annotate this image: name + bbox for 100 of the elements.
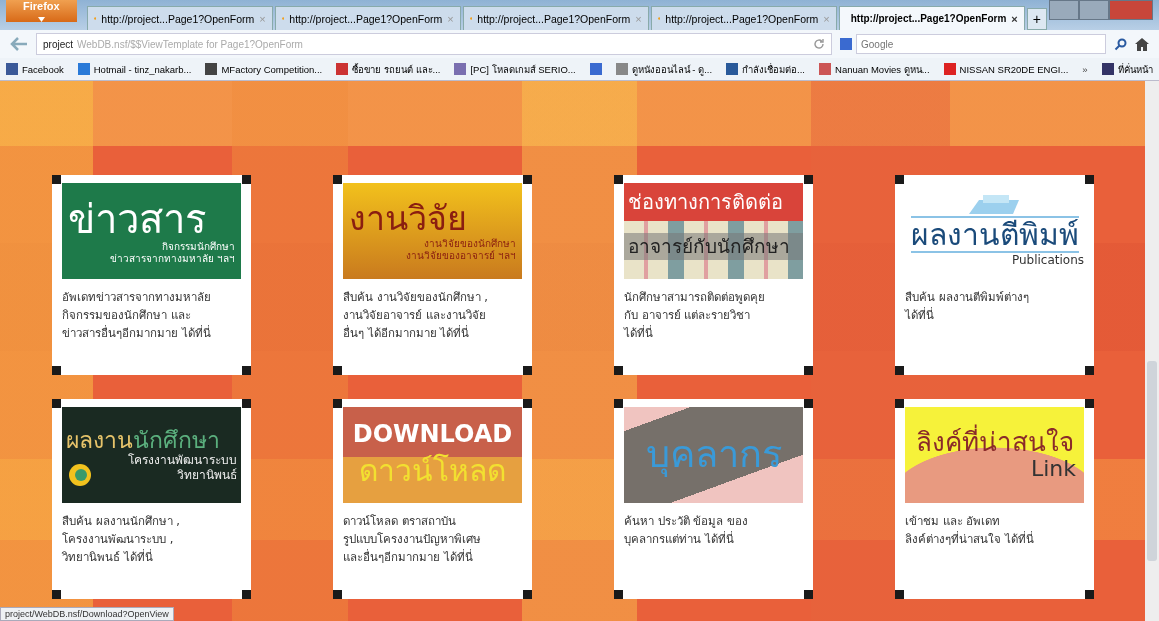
- corner-marker: [242, 175, 251, 184]
- bookmark-link[interactable]: NISSAN SR20DE ENGI...: [943, 63, 1069, 75]
- search-field[interactable]: Google: [856, 34, 1106, 54]
- bookmark-link[interactable]: ดูหนังออนไลน์ - ดู...: [615, 61, 713, 77]
- banner-subtitle: Publications: [1011, 253, 1084, 268]
- caret-icon: [37, 17, 45, 22]
- tab-title: http://project...Page1?OpenForm: [850, 13, 1007, 24]
- tab-title: http://project...Page1?OpenForm: [477, 12, 631, 25]
- bookmarks-menu-button[interactable]: ที่คั่นหน้า: [1101, 61, 1153, 77]
- banner-subtitle: โครงงานพัฒนาระบบ: [128, 453, 237, 468]
- bookmark-link[interactable]: [PC] โหลดเกมส์ SERIO...: [454, 61, 576, 77]
- banner-subtitle: Link: [1029, 456, 1077, 483]
- back-icon[interactable]: [10, 37, 28, 51]
- card-description: ค้นหา ประวัติ ข้อมูล ของ บุคลากรแต่ท่าน ได้ที่นี่: [624, 513, 749, 548]
- menu-card[interactable]: ผลงานนักศึกษา โครงงานพัฒนาระบบ วิทยานิพนธ์ สืบค้น ผลงานนักศึกษา , โครงงานพัฒนาระบบ , วิทยานิพนธ์ ได้ที่นี่: [52, 399, 251, 599]
- corner-marker: [523, 366, 532, 375]
- corner-marker: [52, 590, 61, 599]
- browser-tab[interactable]: http://project...Page1?OpenForm ×: [274, 6, 461, 30]
- corner-marker: [333, 366, 342, 375]
- reload-icon[interactable]: [813, 38, 825, 50]
- banner-subtitle: งานวิจัยของนักศึกษา: [423, 237, 516, 250]
- corner-marker: [895, 175, 904, 184]
- corner-marker: [242, 366, 251, 375]
- bookmark-link[interactable]: Nanuan Movies ดูหน...: [819, 61, 930, 77]
- corner-marker: [614, 366, 623, 375]
- corner-marker: [523, 590, 532, 599]
- card-description: นักศึกษาสามารถติดต่อพูดคุย กับ อาจารย์ แต่ละรายวิชา ได้ที่นี่: [624, 289, 766, 342]
- banner-title: ผลงานตีพิมพ์: [910, 216, 1079, 254]
- browser-tab[interactable]: http://project...Page1?OpenForm ×: [838, 6, 1025, 30]
- maximize-icon[interactable]: [1079, 0, 1109, 20]
- menu-card[interactable]: งานวิจัย งานวิจัยของนักศึกษา งานวิจัยของอาจารย์ ฯลฯ สืบค้น งานวิจัยของนักศึกษา , งานวิจัยอาจารย์ และงานวิจัย อื่นๆ ได้อีกมากมาย ได้ที่นี่: [333, 175, 532, 375]
- banner-subtitle: ข่าวสารจากทางมหาลัย ฯลฯ: [108, 253, 235, 265]
- banner-subtitle: วิทยานิพนธ์: [177, 467, 237, 483]
- menu-card[interactable]: ผลงานตีพิมพ์ Publications สืบค้น ผลงานตีพิมพ์ต่างๆ ได้ที่นี่: [895, 175, 1094, 375]
- menu-card[interactable]: ช่องทางการติดต่อ อาจารย์กับนักศึกษา นักศึกษาสามารถติดต่อพูดคุย กับ อาจารย์ แต่ละรายวิชา ได้ที่นี่: [614, 175, 813, 375]
- corner-marker: [804, 399, 813, 408]
- menu-card[interactable]: ลิงค์ที่น่าสนใจ Link เข้าชม และ อัพเดท ลิงค์ต่างๆที่น่าสนใจ ได้ที่นี่: [895, 399, 1094, 599]
- search-icon[interactable]: [1114, 37, 1127, 51]
- banner-title: งานวิจัย: [349, 200, 467, 238]
- corner-marker: [614, 175, 623, 184]
- corner-marker: [895, 366, 904, 375]
- card-description: สืบค้น งานวิจัยของนักศึกษา , งานวิจัยอาจารย์ และงานวิจัย อื่นๆ ได้อีกมากมาย ได้ที่นี่: [343, 289, 489, 342]
- corner-marker: [804, 590, 813, 599]
- corner-marker: [242, 399, 251, 408]
- menu-card[interactable]: ข่าวสาร กิจกรรมนักศึกษา ข่าวสารจากทางมหาลัย ฯลฯ อัพเดทข่าวสารจากทางมหาลัย กิจกรรมของนักศึกษา และ ข่าวสารอื่นๆอีกมากมาย ได้ที่นี่: [52, 175, 251, 375]
- corner-marker: [242, 590, 251, 599]
- corner-marker: [614, 399, 623, 408]
- corner-marker: [333, 399, 342, 408]
- corner-marker: [1085, 366, 1094, 375]
- corner-marker: [333, 175, 342, 184]
- address-bar[interactable]: project WebDB.nsf/$$ViewTemplate for Page1?OpenForm: [36, 33, 832, 55]
- corner-marker: [52, 366, 61, 375]
- banner-title: ผลงานนักศึกษา: [66, 427, 221, 453]
- more-bookmarks-button[interactable]: »: [1082, 63, 1088, 75]
- corner-marker: [52, 399, 61, 408]
- corner-marker: [1085, 590, 1094, 599]
- corner-marker: [895, 590, 904, 599]
- bookmark-link[interactable]: Hotmail - tinz_nakarb...: [77, 63, 192, 75]
- corner-marker: [614, 590, 623, 599]
- corner-marker: [1085, 399, 1094, 408]
- tab-title: http://project...Page1?OpenForm: [289, 12, 443, 25]
- banner-title: ข่าวสาร: [68, 197, 206, 241]
- banner-title: บุคลากร: [644, 434, 783, 476]
- corner-marker: [804, 175, 813, 184]
- tab-close-button[interactable]: ×: [1011, 12, 1018, 25]
- browser-tab[interactable]: http://project...Page1?OpenForm ×: [86, 6, 273, 30]
- tab-title: http://project...Page1?OpenForm: [101, 12, 255, 25]
- corner-marker: [1085, 175, 1094, 184]
- menu-card[interactable]: DOWNLOAD ดาวน์โหลด ดาวน์โหลด ตราสถาบัน รูปแบบโครงงานปัญหาพิเศษ และอื่นๆอีกมากมาย ได้ที่นี่: [333, 399, 532, 599]
- card-description: เข้าชม และ อัพเดท ลิงค์ต่างๆที่น่าสนใจ ได้ที่นี่: [905, 513, 1035, 548]
- bookmark-link[interactable]: MFactory Competition...: [205, 63, 323, 75]
- corner-marker: [333, 590, 342, 599]
- corner-marker: [523, 175, 532, 184]
- card-description: สืบค้น ผลงานตีพิมพ์ต่างๆ ได้ที่นี่: [905, 289, 1030, 324]
- banner-subtitle: ดาวน์โหลด: [358, 453, 507, 490]
- minimize-icon[interactable]: [1049, 0, 1079, 20]
- card-description: อัพเดทข่าวสารจากทางมหาลัย กิจกรรมของนักศึกษา และ ข่าวสารอื่นๆอีกมากมาย ได้ที่นี่: [62, 289, 212, 342]
- browser-tab[interactable]: http://project...Page1?OpenForm ×: [462, 6, 649, 30]
- scrollbar[interactable]: [1145, 81, 1159, 621]
- bookmark-link[interactable]: Facebook: [6, 63, 64, 75]
- bookmark-link[interactable]: กำลังเชื่อมต่อ...: [726, 61, 805, 77]
- circle-icon: [68, 463, 92, 487]
- corner-marker: [804, 366, 813, 375]
- status-bar: project/WebDB.nsf/Download?OpenView: [0, 607, 174, 621]
- banner-subtitle: งานวิจัยของอาจารย์ ฯลฯ: [404, 249, 516, 262]
- banner-subtitle: กิจกรรมนักศึกษา: [161, 241, 235, 253]
- browser-tab[interactable]: http://project...Page1?OpenForm ×: [650, 6, 837, 30]
- bookmark-link[interactable]: ซื้อขาย รถยนต์ และ...: [336, 61, 441, 77]
- corner-marker: [895, 399, 904, 408]
- new-tab-button[interactable]: +: [1026, 8, 1047, 30]
- home-icon[interactable]: [1135, 37, 1149, 51]
- corner-marker: [523, 399, 532, 408]
- bookmark-icon[interactable]: [589, 63, 602, 75]
- banner-title: ช่องทางการติดต่อ: [624, 183, 803, 221]
- banner-subtitle: อาจารย์กับนักศึกษา: [624, 233, 803, 260]
- banner-title: DOWNLOAD: [351, 420, 514, 448]
- corner-marker: [52, 175, 61, 184]
- card-description: ดาวน์โหลด ตราสถาบัน รูปแบบโครงงานปัญหาพิเศษ และอื่นๆอีกมากมาย ได้ที่นี่: [343, 513, 482, 566]
- card-description: สืบค้น ผลงานนักศึกษา , โครงงานพัฒนาระบบ , วิทยานิพนธ์ ได้ที่นี่: [62, 513, 181, 566]
- menu-card[interactable]: บุคลากร ค้นหา ประวัติ ข้อมูล ของ บุคลากรแต่ท่าน ได้ที่นี่: [614, 399, 813, 599]
